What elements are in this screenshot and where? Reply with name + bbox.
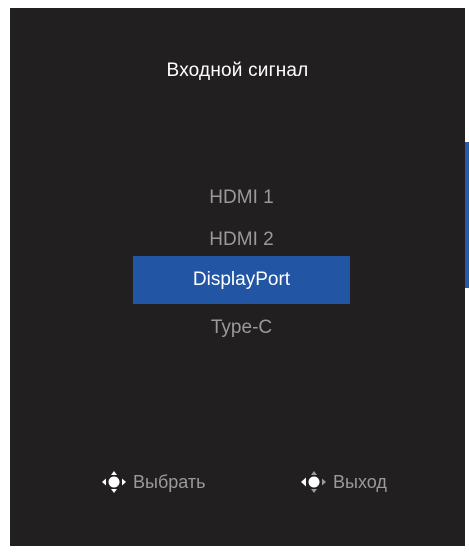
select-hint-label: Выбрать <box>133 471 206 492</box>
menu-title: Входной сигнал <box>166 60 309 81</box>
input-option-displayport[interactable]: DisplayPort <box>133 256 350 304</box>
scroll-indicator <box>465 142 469 288</box>
input-option-hdmi-1[interactable]: HDMI 1 <box>133 174 350 222</box>
input-option-type-c[interactable]: Type-C <box>133 304 350 352</box>
joystick-left-icon <box>301 471 326 493</box>
exit-hint-label: Выход <box>333 471 387 492</box>
exit-hint: Выход <box>300 470 387 494</box>
select-hint: Выбрать <box>100 470 206 494</box>
osd-menu-panel: Входной сигнал HDMI 1 HDMI 2 DisplayPort… <box>10 8 465 546</box>
joystick-press-icon <box>102 471 126 493</box>
